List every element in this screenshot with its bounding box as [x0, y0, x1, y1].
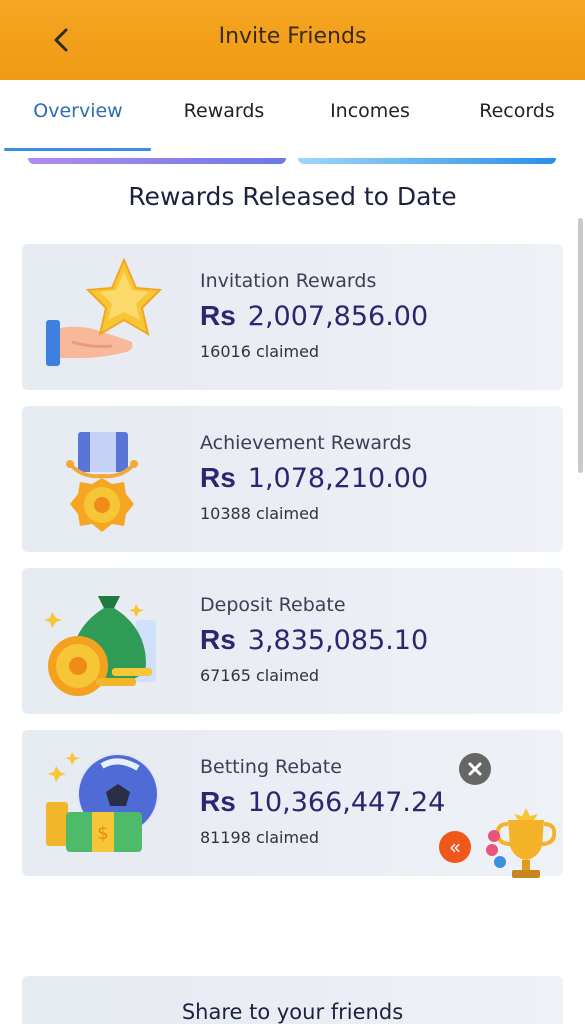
currency-symbol: Rs — [200, 786, 236, 817]
decorative-bar-blue — [298, 158, 556, 164]
star-hand-icon — [46, 258, 162, 366]
share-label: Share to your friends — [181, 1000, 404, 1024]
card-label: Achievement Rewards — [200, 432, 412, 454]
amount-value: 2,007,856.00 — [247, 301, 429, 332]
reward-card-achievement[interactable]: Achievement Rewards Rs 1,078,210.00 10388… — [22, 406, 563, 552]
share-card[interactable]: Share to your friends — [22, 976, 563, 1024]
currency-symbol: Rs — [200, 462, 236, 493]
reward-card-betting[interactable]: $ Betting Rebate Rs 10,366,447.24 81198 c… — [22, 730, 563, 876]
card-amount: Rs 10,366,447.24 — [200, 786, 445, 818]
card-label: Invitation Rewards — [200, 270, 377, 292]
card-claimed: 81198 claimed — [200, 828, 320, 847]
invite-friends-page: Invite Friends Overview Rewards Incomes … — [0, 0, 585, 1024]
app-header: Invite Friends — [0, 0, 585, 80]
close-icon — [468, 762, 482, 776]
tab-incomes[interactable]: Incomes — [300, 100, 440, 122]
amount-value: 1,078,210.00 — [247, 463, 429, 494]
card-claimed: 67165 claimed — [200, 666, 320, 685]
active-tab-indicator — [4, 148, 151, 151]
card-label: Deposit Rebate — [200, 594, 346, 616]
trophy-icon[interactable] — [486, 806, 556, 880]
decorative-bar-purple — [28, 158, 286, 164]
close-floating-button[interactable] — [459, 753, 491, 785]
amount-value: 10,366,447.24 — [247, 787, 446, 818]
collapse-button[interactable]: « — [439, 831, 471, 863]
soccer-cash-icon: $ — [46, 752, 159, 852]
card-label: Betting Rebate — [200, 756, 342, 778]
card-claimed: 16016 claimed — [200, 342, 320, 361]
section-title: Rewards Released to Date — [128, 182, 457, 211]
money-bag-icon — [44, 596, 156, 696]
card-amount: Rs 3,835,085.10 — [200, 624, 428, 656]
currency-symbol: Rs — [200, 300, 236, 331]
tab-rewards[interactable]: Rewards — [154, 100, 294, 122]
svg-text:$: $ — [97, 823, 108, 844]
tab-records[interactable]: Records — [447, 100, 585, 122]
tab-bar: Overview Rewards Incomes Records — [0, 80, 585, 154]
card-amount: Rs 1,078,210.00 — [200, 462, 428, 494]
reward-card-invitation[interactable]: Invitation Rewards Rs 2,007,856.00 16016 … — [22, 244, 563, 390]
scrollbar[interactable] — [578, 218, 583, 473]
tab-overview[interactable]: Overview — [8, 100, 148, 122]
reward-card-deposit[interactable]: Deposit Rebate Rs 3,835,085.10 67165 clai… — [22, 568, 563, 714]
amount-value: 3,835,085.10 — [247, 625, 429, 656]
currency-symbol: Rs — [200, 624, 236, 655]
card-claimed: 10388 claimed — [200, 504, 320, 523]
page-title: Invite Friends — [218, 24, 367, 49]
card-amount: Rs 2,007,856.00 — [200, 300, 428, 332]
medal-icon — [66, 432, 138, 532]
